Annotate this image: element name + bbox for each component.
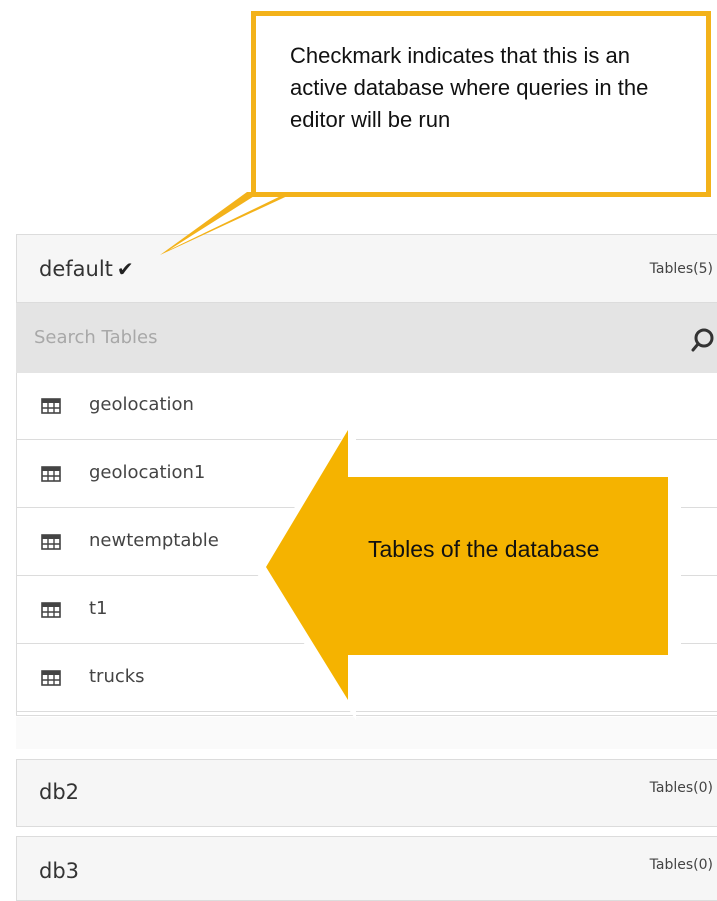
arrow-text: Tables of the database xyxy=(368,536,600,562)
annotation-arrow xyxy=(253,418,681,720)
